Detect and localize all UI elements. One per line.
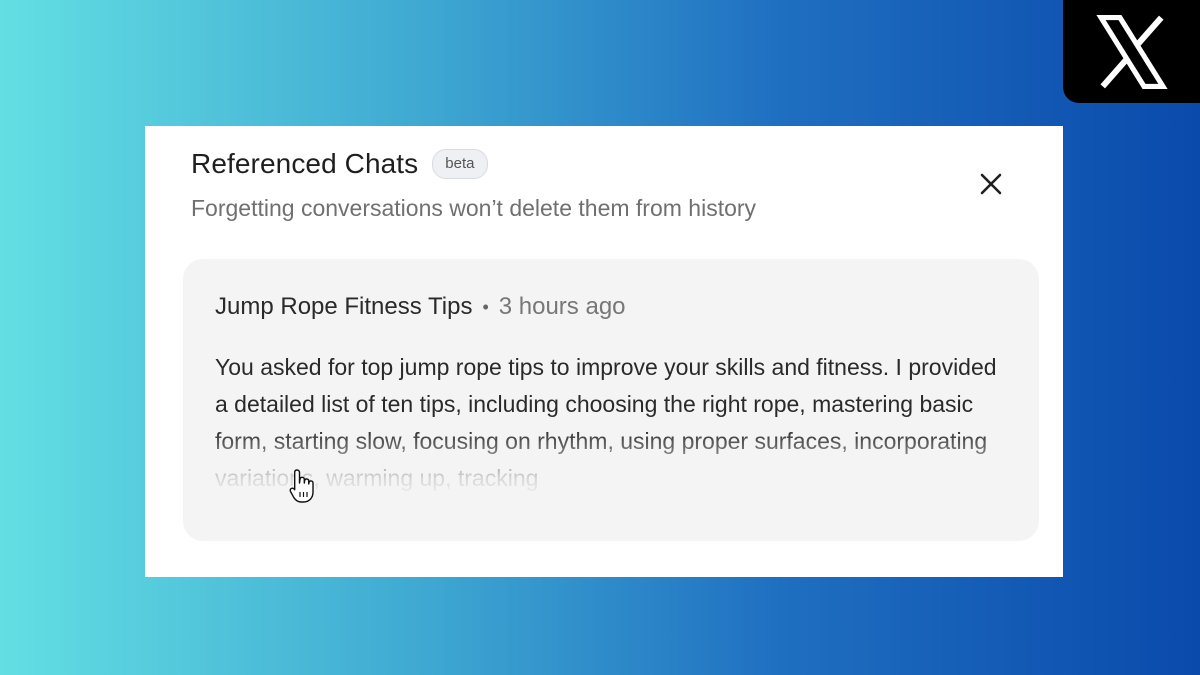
close-button[interactable] (975, 168, 1007, 200)
beta-badge: beta (432, 149, 488, 179)
x-logo (1063, 0, 1200, 103)
chat-card-header: Jump Rope Fitness Tips • 3 hours ago (215, 293, 1007, 321)
x-logo-icon (1095, 14, 1168, 89)
hand-pointer-icon (289, 469, 314, 503)
close-icon (980, 173, 1002, 195)
panel-header: Referenced Chats beta (191, 148, 488, 180)
chat-summary-text: You asked for top jump rope tips to impr… (215, 354, 997, 491)
referenced-chats-panel: Referenced Chats beta Forgetting convers… (145, 126, 1063, 577)
chat-timestamp: 3 hours ago (498, 293, 626, 320)
separator-dot: • (482, 296, 489, 317)
panel-title: Referenced Chats (191, 148, 419, 179)
panel-subtitle: Forgetting conversations won’t delete th… (191, 195, 757, 221)
chat-summary: You asked for top jump rope tips to impr… (215, 349, 1007, 499)
chat-title: Jump Rope Fitness Tips (215, 293, 473, 320)
